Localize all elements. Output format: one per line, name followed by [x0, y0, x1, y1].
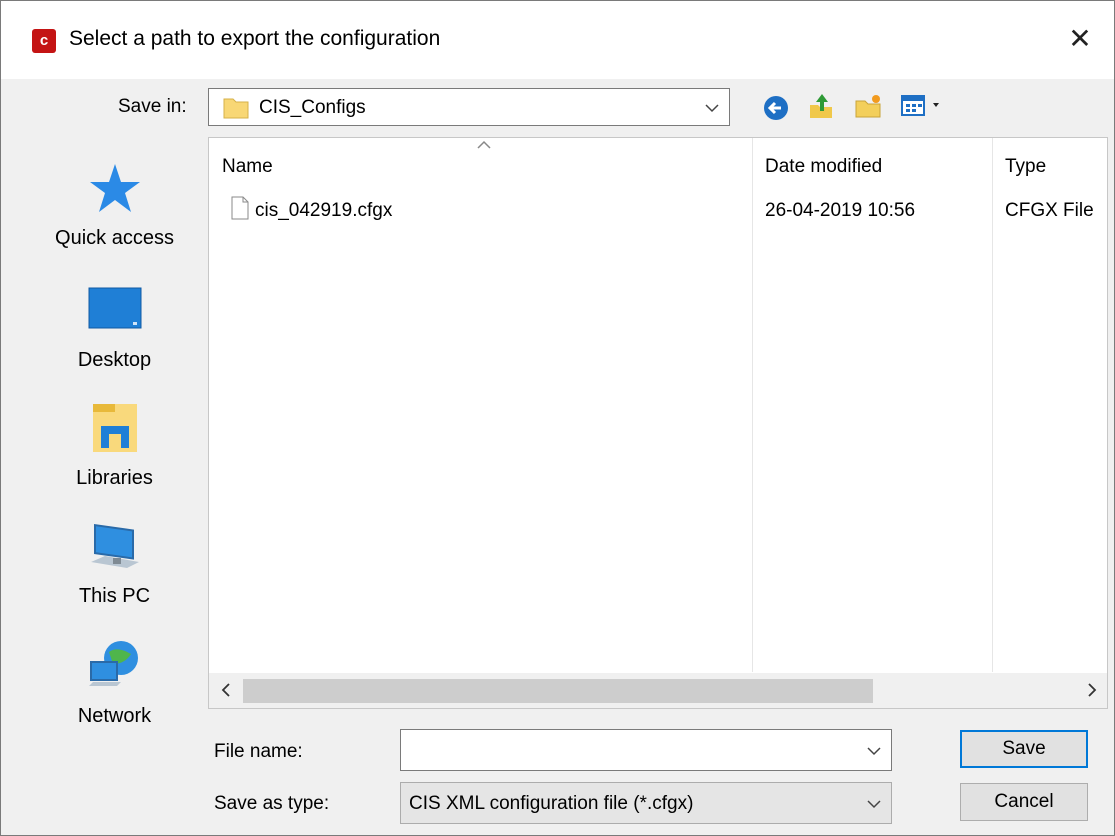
place-this-pc[interactable]: This PC — [32, 518, 197, 608]
chevron-down-icon[interactable] — [867, 744, 881, 758]
file-icon — [231, 196, 249, 220]
place-label: Network — [77, 705, 152, 727]
chevron-down-icon — [705, 104, 719, 113]
place-label: This PC — [78, 585, 151, 607]
place-label: Quick access — [55, 227, 174, 249]
folder-icon — [223, 98, 249, 119]
scrollbar-thumb[interactable] — [243, 679, 873, 703]
network-icon — [88, 641, 138, 686]
place-label: Desktop — [77, 349, 152, 371]
file-name-input[interactable] — [400, 729, 892, 771]
date-modified-cell: 26-04-2019 10:56 — [765, 200, 916, 221]
type-cell: CFGX File — [1005, 200, 1094, 221]
close-button[interactable]: ✕ — [1060, 19, 1100, 59]
sort-ascending-icon — [477, 140, 491, 149]
save-as-type-dropdown[interactable]: CIS XML configuration file (*.cfgx) — [400, 782, 892, 824]
save-in-value: CIS_Configs — [259, 97, 366, 118]
scroll-right-icon[interactable] — [1085, 679, 1099, 701]
save-as-type-label: Save as type: — [214, 793, 330, 814]
column-header-type[interactable]: Type — [1005, 156, 1046, 178]
column-header-name[interactable]: Name — [222, 156, 273, 178]
libraries-icon — [92, 404, 137, 452]
back-icon[interactable] — [761, 93, 791, 123]
star-icon — [89, 164, 140, 212]
file-list[interactable]: Name Date modified Type cis_042919.cfgx … — [208, 137, 1108, 709]
column-separator — [752, 138, 753, 672]
horizontal-scrollbar[interactable] — [209, 673, 1107, 708]
file-name-label: File name: — [214, 741, 303, 762]
title-bar: c Select a path to export the configurat… — [1, 1, 1114, 79]
cancel-button[interactable]: Cancel — [960, 783, 1088, 821]
scroll-left-icon[interactable] — [219, 679, 233, 701]
place-network[interactable]: Network — [32, 638, 197, 728]
place-libraries[interactable]: Libraries — [32, 400, 197, 490]
save-dialog: c Select a path to export the configurat… — [0, 0, 1115, 836]
app-icon: c — [32, 29, 56, 53]
save-as-type-value: CIS XML configuration file (*.cfgx) — [409, 793, 694, 814]
place-desktop[interactable]: Desktop — [32, 282, 197, 372]
column-separator — [992, 138, 993, 672]
file-name-cell: cis_042919.cfgx — [255, 200, 393, 221]
computer-icon — [90, 523, 139, 568]
places-bar: Quick access Desktop Libraries This PC N… — [32, 138, 197, 738]
chevron-down-icon — [867, 800, 881, 809]
up-folder-icon[interactable] — [807, 91, 837, 121]
save-in-dropdown[interactable]: CIS_Configs — [208, 88, 730, 126]
save-button[interactable]: Save — [960, 730, 1088, 768]
new-folder-icon[interactable] — [853, 91, 883, 121]
column-header-date-modified[interactable]: Date modified — [765, 156, 882, 178]
dialog-title: Select a path to export the configuratio… — [69, 27, 441, 50]
desktop-icon — [88, 287, 141, 329]
place-quick-access[interactable]: Quick access — [32, 160, 197, 250]
view-menu-icon[interactable] — [899, 91, 951, 121]
save-in-label: Save in: — [118, 96, 187, 117]
place-label: Libraries — [76, 467, 153, 489]
